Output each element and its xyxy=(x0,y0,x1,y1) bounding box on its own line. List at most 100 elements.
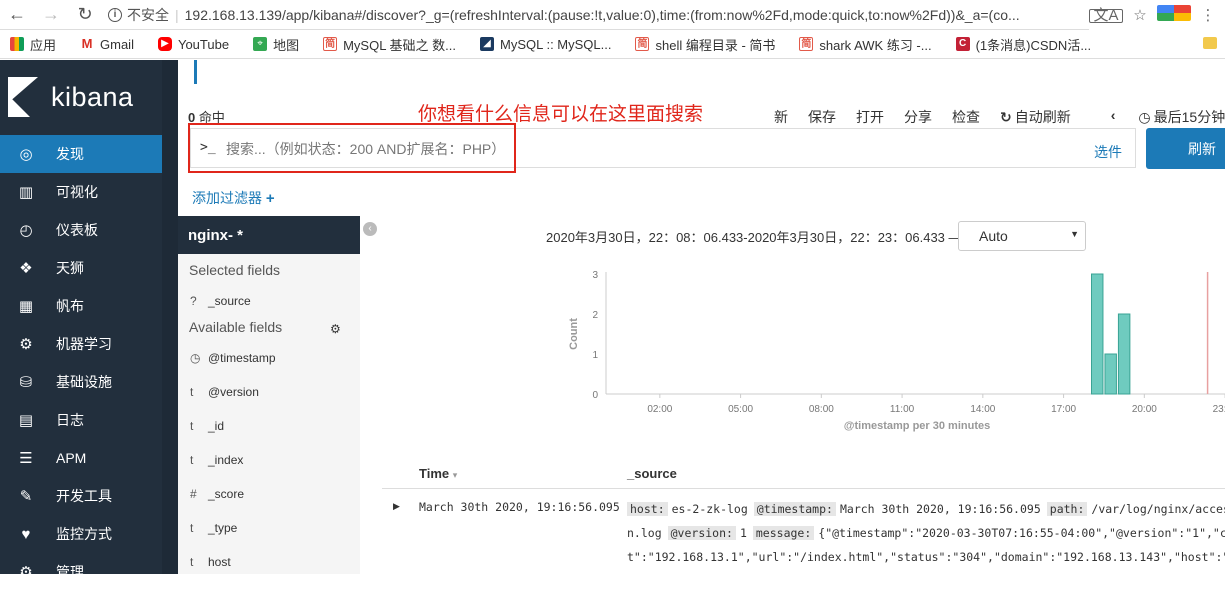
sidebar-item-label: 日志 xyxy=(56,412,84,428)
csdn-icon: C xyxy=(955,37,970,51)
sidebar-scrollbar[interactable] xyxy=(162,60,178,574)
source-key: host: xyxy=(627,502,668,516)
field-type-icon: t xyxy=(190,453,194,467)
sidebar-item-label: 机器学习 xyxy=(56,336,112,352)
field-name: _source xyxy=(208,294,251,308)
field-name: @timestamp xyxy=(208,351,276,365)
clock-icon: ◷ xyxy=(190,351,201,365)
reload-icon[interactable]: ↻ xyxy=(68,4,102,25)
refresh-button[interactable]: 刷新 xyxy=(1146,128,1225,169)
url-text[interactable]: 192.168.13.139/app/kibana#/discover?_g=(… xyxy=(185,7,1020,23)
url-actions: 文A ☆ ⋮ xyxy=(1089,0,1225,30)
bookmark-label: 地图 xyxy=(273,37,300,53)
more-icon[interactable]: ⋮ xyxy=(1191,6,1225,24)
time-picker-button[interactable]: ◷ 最后15分钟 xyxy=(1138,107,1225,127)
field-item[interactable]: ? _source xyxy=(190,294,251,308)
interval-select[interactable]: Auto ▼ xyxy=(958,221,1086,251)
sidebar-item-8[interactable]: ▤ 日志 xyxy=(0,401,162,439)
bookmark-item[interactable]: ◢ MySQL :: MySQL... xyxy=(480,37,611,52)
field-item[interactable]: t _id xyxy=(190,419,224,433)
kibana-logo[interactable]: kibana xyxy=(8,77,134,117)
menu-item-1[interactable]: 新 xyxy=(774,107,788,127)
field-settings-gear-icon[interactable]: ⚙ xyxy=(330,322,341,336)
folder-icon[interactable] xyxy=(1203,37,1217,49)
source-key: @version: xyxy=(667,526,736,540)
collapse-sidebar-icon[interactable]: ‹ xyxy=(363,222,377,236)
menu-item-3[interactable]: 打开 xyxy=(856,107,884,127)
info-icon[interactable]: i xyxy=(108,8,122,22)
sidebar-item-2[interactable]: ▥ 可视化 xyxy=(0,173,162,211)
sidebar-item-label: 监控方式 xyxy=(56,526,112,542)
sidebar-item-4[interactable]: ❖ 天狮 xyxy=(0,249,162,287)
extension-icon[interactable] xyxy=(1157,5,1191,25)
sidebar-item-10[interactable]: ✎ 开发工具 xyxy=(0,477,162,515)
bookmark-item[interactable]: 简 shark AWK 练习 -... xyxy=(799,35,932,54)
time-prev-icon[interactable]: ‹ xyxy=(1111,107,1119,127)
bookmark-item[interactable]: M Gmail xyxy=(80,37,134,52)
bookmark-item[interactable]: ⌖ 地图 xyxy=(253,35,299,54)
bookmark-label: shark AWK 练习 -... xyxy=(819,37,932,53)
sidebar-item-5[interactable]: ▦ 帆布 xyxy=(0,287,162,325)
field-type-icon: t xyxy=(190,555,194,569)
index-pattern-selector[interactable]: nginx- * xyxy=(178,216,360,254)
timelion-icon: ❖ xyxy=(19,260,33,277)
apps-icon xyxy=(10,37,24,51)
jianshu-icon: 简 xyxy=(799,37,814,51)
forward-icon[interactable]: → xyxy=(34,4,68,25)
x-tick-label: 23:00 xyxy=(1213,404,1225,415)
sidebar-item-6[interactable]: ⚙ 机器学习 xyxy=(0,325,162,363)
field-type-icon: # xyxy=(190,487,197,501)
field-item[interactable]: t host xyxy=(190,555,231,569)
menu-item-4[interactable]: 分享 xyxy=(904,107,932,127)
bookmark-label: MySQL :: MySQL... xyxy=(500,36,612,52)
star-icon[interactable]: ☆ xyxy=(1123,6,1157,24)
table-divider xyxy=(382,488,1225,489)
canvas-icon: ▦ xyxy=(18,298,34,315)
back-icon[interactable]: ← xyxy=(0,4,34,25)
address-bar[interactable]: i 不安全 | 192.168.13.139/app/kibana#/disco… xyxy=(108,3,1166,27)
sidebar-item-label: 开发工具 xyxy=(56,488,112,504)
bookmark-item[interactable]: ▶ YouTube xyxy=(157,37,229,52)
field-item[interactable]: t _index xyxy=(190,453,243,467)
sidebar-item-3[interactable]: ◴ 仪表板 xyxy=(0,211,162,249)
sidebar-item-11[interactable]: ♥ 监控方式 xyxy=(0,515,162,553)
field-item[interactable]: ◷ @timestamp xyxy=(190,351,276,365)
column-header-time[interactable]: Time ▾ xyxy=(419,466,457,481)
menu-item-5[interactable]: 检查 xyxy=(952,107,980,127)
time-range-text: 2020年3月30日，22：08：06.433-2020年3月30日，22：23… xyxy=(546,230,962,245)
bookmark-item[interactable]: 应用 xyxy=(10,35,56,54)
query-prompt-icon: >_ xyxy=(200,140,216,155)
bookmark-label: MySQL 基础之 数... xyxy=(343,37,456,53)
search-input[interactable] xyxy=(226,136,826,162)
jianshu-icon: 简 xyxy=(635,37,650,51)
sidebar-item-12[interactable]: ⚙ 管理 xyxy=(0,553,162,591)
add-filter-link[interactable]: 添加过滤器 + xyxy=(192,188,275,208)
options-link[interactable]: 选件 xyxy=(1094,142,1122,162)
bookmark-item[interactable]: C (1条消息)CSDN活... xyxy=(955,35,1091,54)
column-header-source: _source xyxy=(627,466,677,481)
sidebar-item-9[interactable]: ☰ APM xyxy=(0,439,162,477)
field-item[interactable]: t @version xyxy=(190,385,259,399)
infrastructure-icon: ⛁ xyxy=(19,374,33,391)
auto-refresh-button[interactable]: ↻ 自动刷新 xyxy=(1000,107,1091,127)
logs-icon: ▤ xyxy=(18,412,34,429)
y-tick-label: 0 xyxy=(592,390,598,401)
ml-icon: ⚙ xyxy=(19,336,33,353)
bar-chart-icon: ▥ xyxy=(18,184,34,201)
bookmark-item[interactable]: 简 shell 编程目录 - 简书 xyxy=(635,35,775,54)
top-accent xyxy=(194,60,197,84)
expand-row-icon[interactable]: ▶ xyxy=(393,501,400,512)
x-tick-label: 11:00 xyxy=(890,404,915,415)
sidebar-item-1[interactable]: ◎ 发现 xyxy=(0,135,162,173)
histogram-chart[interactable]: 0 1 2 3 02:00 05:00 08:00 11:00 14:00 17:00 20:00 2… xyxy=(378,260,1225,496)
mysql-icon: ◢ xyxy=(480,37,494,51)
source-key: message: xyxy=(752,526,815,540)
translate-icon[interactable]: 文A xyxy=(1089,7,1123,24)
source-value: n.log xyxy=(627,526,662,540)
menu-item-2[interactable]: 保存 xyxy=(808,107,836,127)
row-time: March 30th 2020, 19:16:56.095 xyxy=(419,500,620,514)
field-item[interactable]: # _score xyxy=(190,487,244,501)
bookmark-item[interactable]: 简 MySQL 基础之 数... xyxy=(323,35,456,54)
sidebar-item-7[interactable]: ⛁ 基础设施 xyxy=(0,363,162,401)
field-item[interactable]: t _type xyxy=(190,521,237,535)
